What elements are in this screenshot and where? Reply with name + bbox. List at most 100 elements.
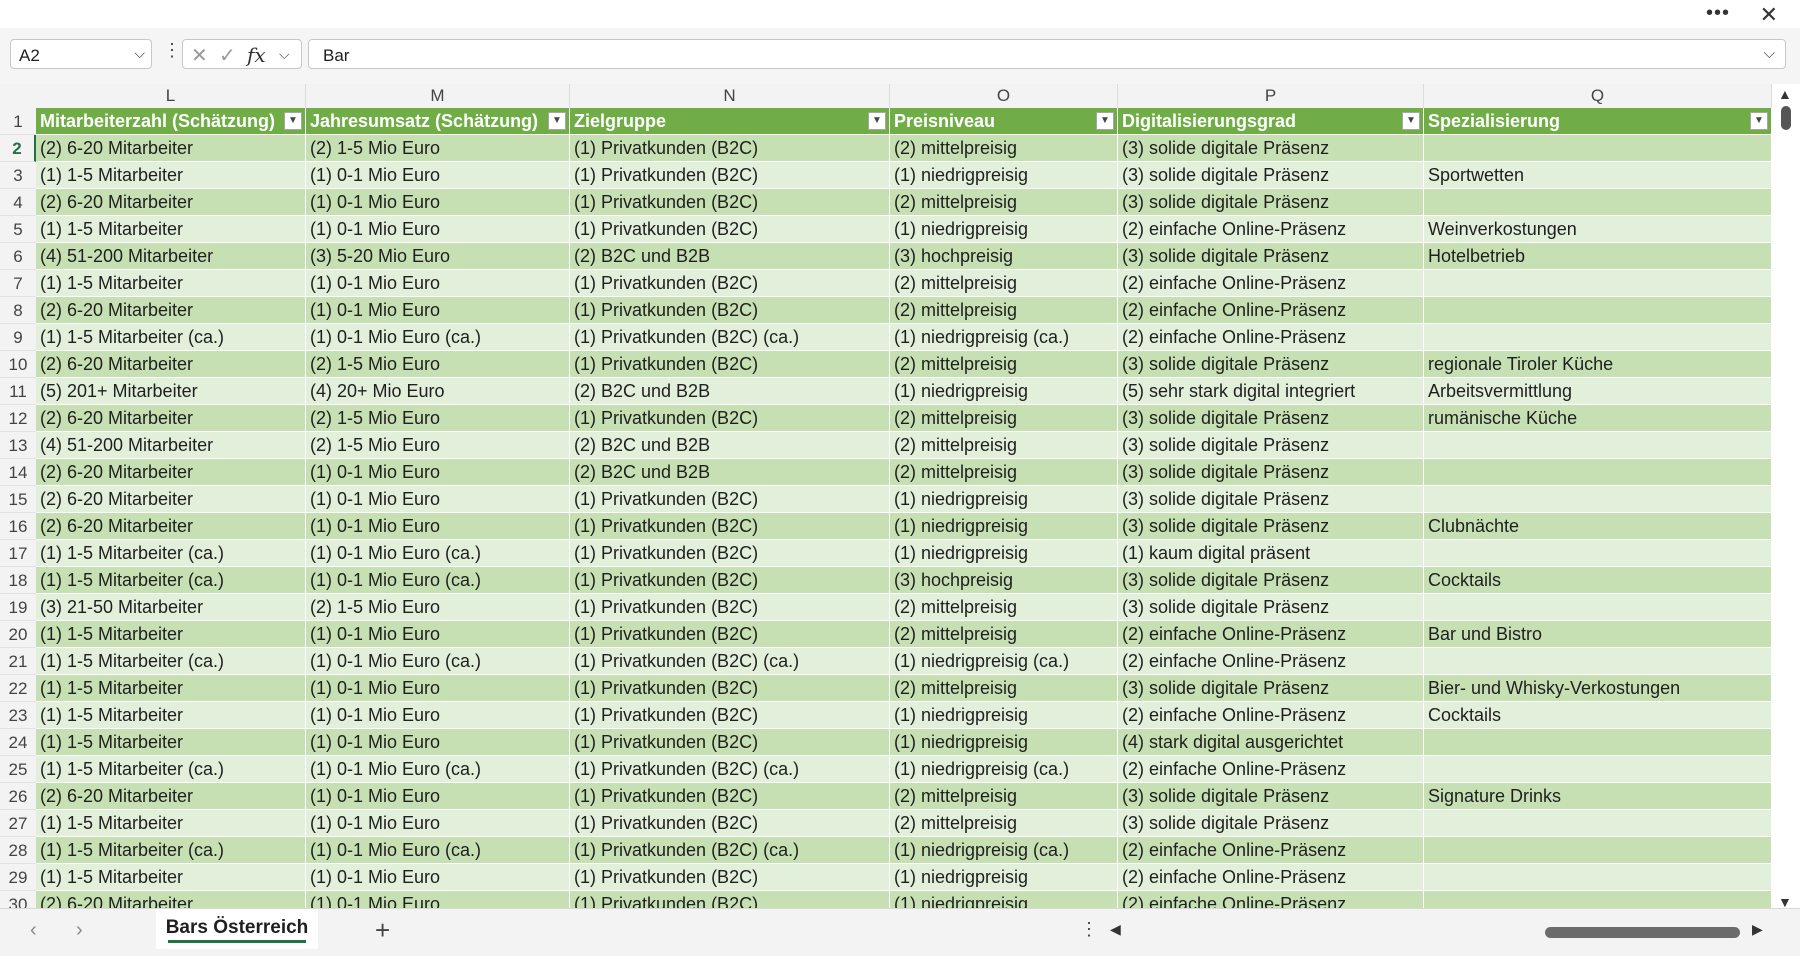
table-cell[interactable]: Cocktails bbox=[1424, 567, 1772, 594]
table-cell[interactable]: (1) 1-5 Mitarbeiter (ca.) bbox=[36, 540, 306, 567]
table-cell[interactable]: (2) 1-5 Mio Euro bbox=[306, 135, 570, 162]
table-cell[interactable]: (1) 1-5 Mitarbeiter (ca.) bbox=[36, 567, 306, 594]
table-cell[interactable]: (2) 6-20 Mitarbeiter bbox=[36, 891, 306, 908]
row-number[interactable]: 10 bbox=[0, 351, 36, 378]
row-number[interactable]: 21 bbox=[0, 648, 36, 675]
table-cell[interactable]: (1) 0-1 Mio Euro bbox=[306, 189, 570, 216]
row-number[interactable]: 6 bbox=[0, 243, 36, 270]
table-cell[interactable]: (2) mittelpreisig bbox=[890, 135, 1118, 162]
table-cell[interactable]: (2) 1-5 Mio Euro bbox=[306, 432, 570, 459]
table-cell[interactable]: (1) Privatkunden (B2C) bbox=[570, 351, 890, 378]
table-cell[interactable]: (1) niedrigpreisig bbox=[890, 162, 1118, 189]
column-header-q[interactable]: Q bbox=[1424, 84, 1772, 108]
row-number[interactable]: 20 bbox=[0, 621, 36, 648]
previous-sheet-icon[interactable]: ‹ bbox=[30, 919, 37, 942]
table-cell[interactable]: (1) Privatkunden (B2C) bbox=[570, 513, 890, 540]
table-cell[interactable]: (1) Privatkunden (B2C) (ca.) bbox=[570, 837, 890, 864]
table-cell[interactable]: (1) Privatkunden (B2C) bbox=[570, 405, 890, 432]
table-cell[interactable]: (2) einfache Online-Präsenz bbox=[1118, 324, 1424, 351]
table-cell[interactable]: (1) niedrigpreisig bbox=[890, 486, 1118, 513]
scroll-up-icon[interactable]: ▲ bbox=[1778, 86, 1792, 102]
table-cell[interactable] bbox=[1424, 648, 1772, 675]
row-number[interactable]: 5 bbox=[0, 216, 36, 243]
table-cell[interactable]: (1) Privatkunden (B2C) bbox=[570, 486, 890, 513]
table-cell[interactable]: (1) 0-1 Mio Euro bbox=[306, 459, 570, 486]
table-cell[interactable]: (1) Privatkunden (B2C) bbox=[570, 621, 890, 648]
scroll-right-icon[interactable]: ▶ bbox=[1752, 921, 1763, 938]
enter-icon[interactable]: ✓ bbox=[219, 43, 236, 68]
table-cell[interactable]: (1) 0-1 Mio Euro (ca.) bbox=[306, 540, 570, 567]
cancel-icon[interactable]: ✕ bbox=[191, 43, 208, 68]
table-cell[interactable]: (2) einfache Online-Präsenz bbox=[1118, 864, 1424, 891]
table-cell[interactable]: (3) solide digitale Präsenz bbox=[1118, 432, 1424, 459]
table-cell[interactable]: (2) einfache Online-Präsenz bbox=[1118, 621, 1424, 648]
table-cell[interactable]: (1) 1-5 Mitarbeiter (ca.) bbox=[36, 648, 306, 675]
table-cell[interactable]: (1) 1-5 Mitarbeiter (ca.) bbox=[36, 324, 306, 351]
table-cell[interactable]: (4) 20+ Mio Euro bbox=[306, 378, 570, 405]
table-cell[interactable]: (1) 0-1 Mio Euro bbox=[306, 513, 570, 540]
table-cell[interactable]: (1) 0-1 Mio Euro bbox=[306, 729, 570, 756]
name-box[interactable]: A2 ⌵ bbox=[10, 39, 152, 69]
table-cell[interactable]: (1) 1-5 Mitarbeiter bbox=[36, 675, 306, 702]
table-cell[interactable]: (1) niedrigpreisig bbox=[890, 864, 1118, 891]
header-cell[interactable]: Preisniveau ▼ bbox=[890, 108, 1118, 135]
table-cell[interactable]: (1) niedrigpreisig bbox=[890, 729, 1118, 756]
table-cell[interactable]: Clubnächte bbox=[1424, 513, 1772, 540]
table-cell[interactable]: (2) B2C und B2B bbox=[570, 432, 890, 459]
row-number[interactable]: 3 bbox=[0, 162, 36, 189]
row-number[interactable]: 22 bbox=[0, 675, 36, 702]
table-cell[interactable]: (2) einfache Online-Präsenz bbox=[1118, 891, 1424, 908]
table-cell[interactable]: (2) 6-20 Mitarbeiter bbox=[36, 297, 306, 324]
table-cell[interactable]: (2) mittelpreisig bbox=[890, 621, 1118, 648]
table-cell[interactable]: (1) kaum digital präsent bbox=[1118, 540, 1424, 567]
table-cell[interactable]: (3) solide digitale Präsenz bbox=[1118, 243, 1424, 270]
select-all-corner[interactable] bbox=[0, 84, 37, 108]
table-cell[interactable]: (1) niedrigpreisig bbox=[890, 891, 1118, 908]
table-cell[interactable]: (2) mittelpreisig bbox=[890, 270, 1118, 297]
table-cell[interactable]: (1) Privatkunden (B2C) bbox=[570, 783, 890, 810]
table-cell[interactable] bbox=[1424, 135, 1772, 162]
table-cell[interactable]: (1) niedrigpreisig bbox=[890, 378, 1118, 405]
table-cell[interactable]: (1) 0-1 Mio Euro bbox=[306, 783, 570, 810]
table-cell[interactable]: (3) hochpreisig bbox=[890, 567, 1118, 594]
row-number[interactable]: 24 bbox=[0, 729, 36, 756]
table-cell[interactable]: (2) 6-20 Mitarbeiter bbox=[36, 783, 306, 810]
expand-formula-chevron-icon[interactable]: ⌵ bbox=[1764, 45, 1775, 62]
table-cell[interactable]: (1) 1-5 Mitarbeiter bbox=[36, 162, 306, 189]
table-cell[interactable]: (1) 1-5 Mitarbeiter bbox=[36, 702, 306, 729]
table-cell[interactable]: (4) 51-200 Mitarbeiter bbox=[36, 432, 306, 459]
table-cell[interactable]: (1) Privatkunden (B2C) bbox=[570, 162, 890, 189]
table-cell[interactable]: (2) mittelpreisig bbox=[890, 459, 1118, 486]
row-number[interactable]: 14 bbox=[0, 459, 36, 486]
column-header-o[interactable]: O bbox=[890, 84, 1118, 108]
row-number[interactable]: 11 bbox=[0, 378, 36, 405]
horizontal-scroll-thumb[interactable] bbox=[1545, 927, 1740, 938]
vertical-scroll-thumb[interactable] bbox=[1781, 106, 1791, 130]
table-cell[interactable]: (5) 201+ Mitarbeiter bbox=[36, 378, 306, 405]
table-cell[interactable] bbox=[1424, 486, 1772, 513]
row-number[interactable]: 12 bbox=[0, 405, 36, 432]
table-cell[interactable]: (1) Privatkunden (B2C) bbox=[570, 891, 890, 908]
sheet-options-icon[interactable]: ⋮ bbox=[1080, 919, 1098, 940]
table-cell[interactable]: (1) 0-1 Mio Euro bbox=[306, 162, 570, 189]
table-cell[interactable]: (1) Privatkunden (B2C) bbox=[570, 864, 890, 891]
filter-dropdown-icon[interactable]: ▼ bbox=[1096, 112, 1114, 130]
table-cell[interactable]: (1) Privatkunden (B2C) bbox=[570, 297, 890, 324]
table-cell[interactable]: (1) Privatkunden (B2C) bbox=[570, 135, 890, 162]
table-cell[interactable]: (1) niedrigpreisig bbox=[890, 540, 1118, 567]
table-cell[interactable]: (3) 5-20 Mio Euro bbox=[306, 243, 570, 270]
table-cell[interactable]: (1) Privatkunden (B2C) bbox=[570, 702, 890, 729]
filter-dropdown-icon[interactable]: ▼ bbox=[1750, 112, 1768, 130]
table-cell[interactable]: (2) 6-20 Mitarbeiter bbox=[36, 189, 306, 216]
table-cell[interactable]: (1) Privatkunden (B2C) bbox=[570, 729, 890, 756]
table-cell[interactable]: (2) B2C und B2B bbox=[570, 378, 890, 405]
table-cell[interactable]: Arbeitsvermittlung bbox=[1424, 378, 1772, 405]
table-cell[interactable]: (1) Privatkunden (B2C) bbox=[570, 675, 890, 702]
table-cell[interactable]: regionale Tiroler Küche bbox=[1424, 351, 1772, 378]
row-number[interactable]: 1 bbox=[0, 108, 36, 135]
table-cell[interactable]: (2) 1-5 Mio Euro bbox=[306, 351, 570, 378]
chevron-down-icon[interactable]: ⌵ bbox=[279, 46, 290, 63]
table-cell[interactable]: (3) solide digitale Präsenz bbox=[1118, 567, 1424, 594]
table-cell[interactable]: (4) stark digital ausgerichtet bbox=[1118, 729, 1424, 756]
row-number[interactable]: 15 bbox=[0, 486, 36, 513]
